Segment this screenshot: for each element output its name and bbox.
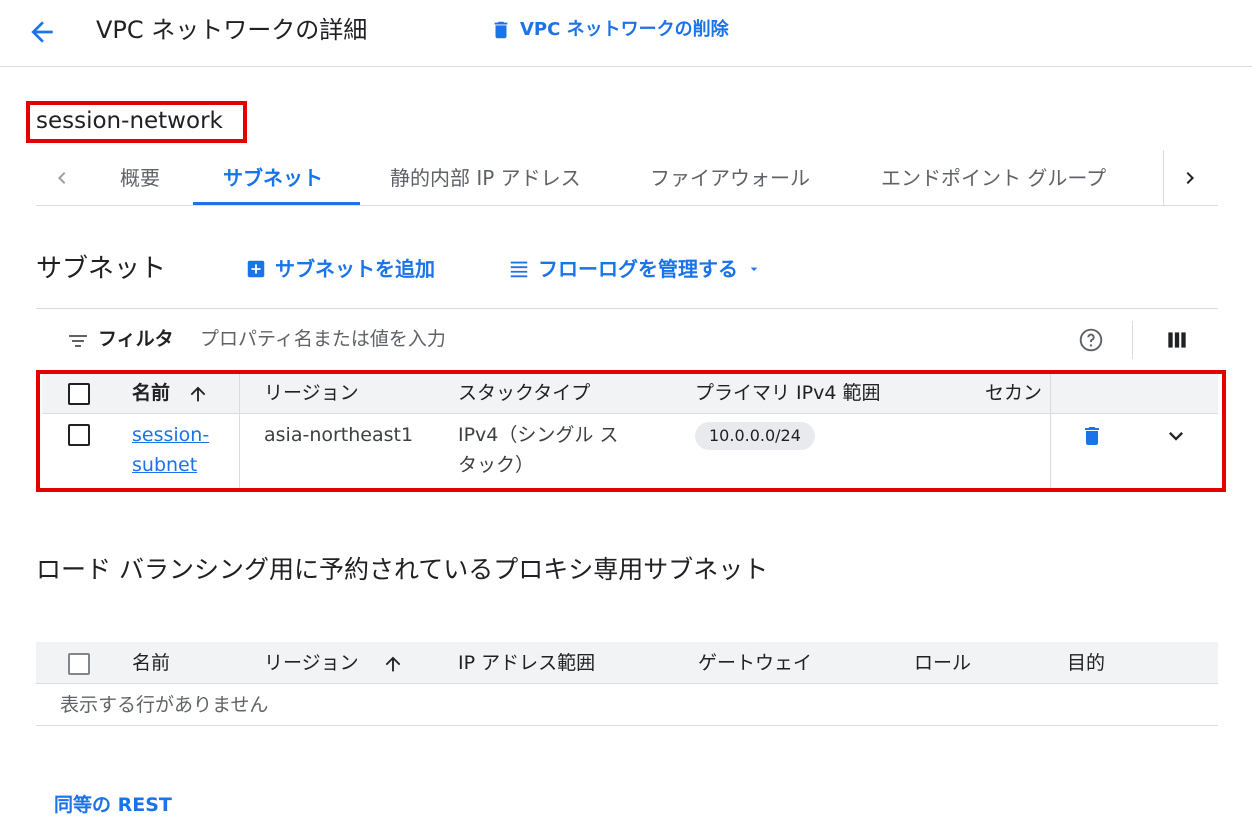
delete-network-button[interactable]: VPC ネットワークの削除 bbox=[490, 18, 729, 42]
add-subnet-label: サブネットを追加 bbox=[275, 257, 435, 281]
chevron-right-icon bbox=[1178, 166, 1202, 190]
col-region-header[interactable]: リージョン bbox=[264, 650, 359, 676]
empty-row: 表示する行がありません bbox=[36, 684, 1218, 726]
top-bar: VPC ネットワークの詳細 VPC ネットワークの削除 bbox=[0, 0, 1252, 67]
proxy-subnets-title: ロード バランシング用に予約されているプロキシ専用サブネット bbox=[36, 555, 769, 584]
filter-icon[interactable] bbox=[66, 329, 90, 353]
page-title: VPC ネットワークの詳細 bbox=[96, 16, 368, 44]
manage-flow-logs-button[interactable]: フローログを管理する bbox=[508, 256, 762, 282]
col-gateway-header[interactable]: ゲートウェイ bbox=[698, 650, 812, 676]
tab-subnets[interactable]: サブネット bbox=[223, 164, 323, 192]
network-name: session-network bbox=[36, 108, 223, 134]
tab-overview[interactable]: 概要 bbox=[120, 164, 160, 192]
help-icon[interactable] bbox=[1078, 327, 1104, 353]
add-box-icon bbox=[245, 258, 267, 280]
tab-bar: 概要 サブネット 静的内部 IP アドレス ファイアウォール エンドポイント グ… bbox=[36, 150, 1218, 206]
sort-ascending-icon[interactable] bbox=[382, 653, 404, 675]
column-display-icon[interactable] bbox=[1164, 327, 1190, 353]
subnet-table-highlight bbox=[36, 370, 1226, 492]
col-ip-range-header[interactable]: IP アドレス範囲 bbox=[458, 650, 595, 676]
active-tab-indicator bbox=[193, 202, 360, 205]
empty-table-message: 表示する行がありません bbox=[60, 694, 269, 716]
trash-icon bbox=[490, 19, 512, 41]
list-icon bbox=[508, 258, 530, 280]
back-arrow-icon[interactable] bbox=[26, 16, 58, 48]
tab-scroll-next-button[interactable] bbox=[1163, 150, 1218, 205]
tab-firewall[interactable]: ファイアウォール bbox=[650, 164, 810, 192]
add-subnet-button[interactable]: サブネットを追加 bbox=[245, 256, 435, 282]
subnets-section-title: サブネット bbox=[36, 254, 167, 284]
filter-input[interactable] bbox=[200, 323, 900, 355]
col-purpose-header[interactable]: 目的 bbox=[1067, 650, 1105, 676]
tab-static-internal-ip[interactable]: 静的内部 IP アドレス bbox=[390, 164, 581, 192]
manage-flow-logs-label: フローログを管理する bbox=[538, 257, 738, 281]
filter-divider bbox=[1132, 321, 1133, 359]
col-name-header[interactable]: 名前 bbox=[132, 650, 170, 676]
equivalent-rest-link[interactable]: 同等の REST bbox=[54, 792, 172, 818]
select-all-checkbox[interactable] bbox=[68, 653, 90, 675]
delete-network-label: VPC ネットワークの削除 bbox=[520, 19, 729, 40]
filter-label: フィルタ bbox=[98, 328, 174, 350]
table-header: 名前 リージョン IP アドレス範囲 ゲートウェイ ロール 目的 bbox=[36, 642, 1218, 684]
dropdown-arrow-icon bbox=[746, 261, 762, 277]
tab-endpoint-groups[interactable]: エンドポイント グループ bbox=[881, 164, 1106, 192]
filter-bar: フィルタ bbox=[36, 308, 1218, 370]
chevron-left-icon[interactable] bbox=[50, 166, 74, 190]
col-role-header[interactable]: ロール bbox=[914, 650, 971, 676]
